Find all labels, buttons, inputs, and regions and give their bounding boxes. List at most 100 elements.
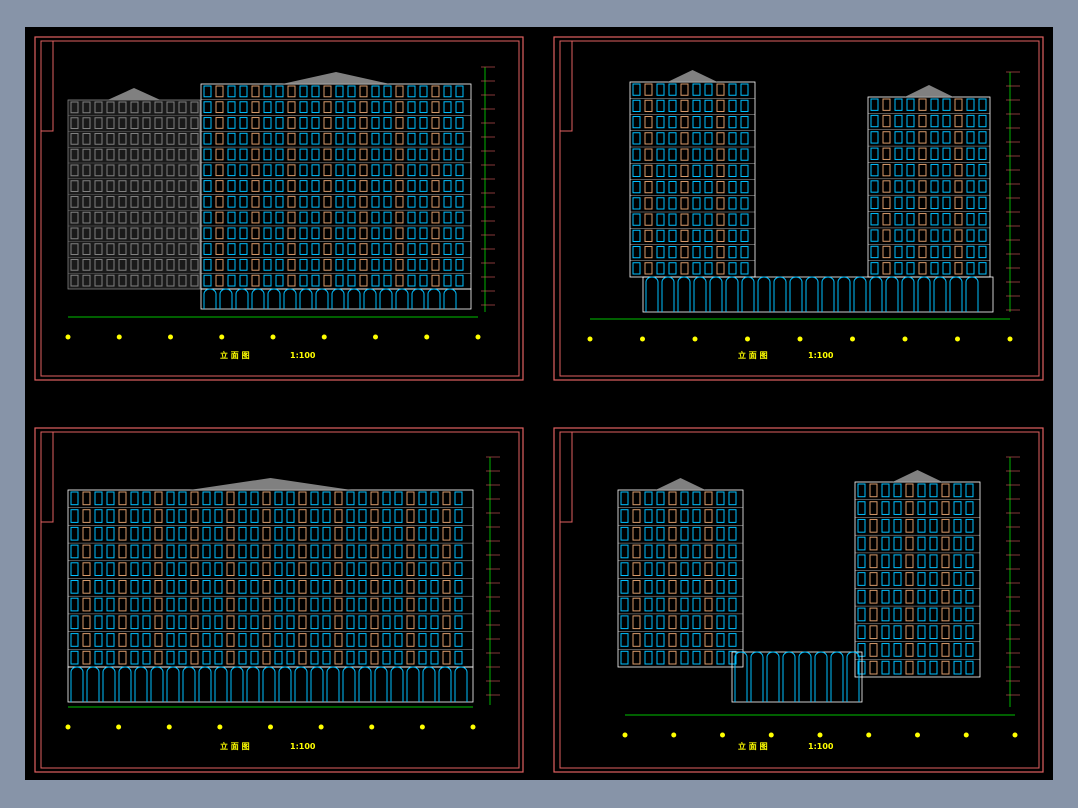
- axis-marker: [65, 334, 71, 340]
- arcade-arch: [406, 666, 420, 702]
- arcade-arch: [102, 666, 116, 702]
- arcade-arch: [411, 288, 425, 309]
- arcade-arch: [837, 276, 851, 312]
- axis-marker: [116, 724, 122, 730]
- arcade-arch: [917, 276, 931, 312]
- drawing-sheets: 立 面 图 1:100 立 面 图 1:100 立 面 图 1:100 立 面 …: [34, 36, 1044, 773]
- arcade-arch: [693, 276, 707, 312]
- axis-marker: [419, 724, 425, 730]
- axis-marker: [470, 724, 476, 730]
- axis-marker: [217, 724, 223, 730]
- arcade-arch: [782, 651, 796, 702]
- sheet-title: 立 面 图: [220, 741, 250, 751]
- roof: [189, 478, 352, 490]
- arcade-arch: [443, 288, 457, 309]
- arcade-arch: [86, 666, 100, 702]
- axis-marker: [745, 336, 750, 342]
- sheet-elevation-1: 立 面 图 1:100: [34, 36, 524, 381]
- axis-marker: [475, 334, 481, 340]
- axis-marker: [963, 732, 969, 738]
- axis-marker: [955, 336, 960, 342]
- arcade-arch: [677, 276, 691, 312]
- podium: [200, 288, 472, 310]
- title-block: [40, 431, 54, 523]
- sheet-scale: 1:100: [290, 742, 316, 751]
- arcade-arch: [379, 288, 393, 309]
- arcade-arch: [214, 666, 228, 702]
- arcade-arch: [315, 288, 329, 309]
- arcade-arch: [262, 666, 276, 702]
- arcade-arch: [246, 666, 260, 702]
- arcade-arch: [203, 288, 217, 309]
- axis-marker: [671, 732, 677, 738]
- arcade-arch: [219, 288, 233, 309]
- arcade-arch: [326, 666, 340, 702]
- arcade-arch: [230, 666, 244, 702]
- axis-marker: [1007, 336, 1013, 342]
- roof: [107, 88, 161, 100]
- arcade-arch: [294, 666, 308, 702]
- arcade-arch: [358, 666, 372, 702]
- axis-marker: [116, 334, 122, 340]
- axis-marker: [622, 732, 628, 738]
- axis-marker: [1012, 732, 1018, 738]
- axis-marker: [640, 336, 645, 342]
- arcade-arch: [805, 276, 819, 312]
- podium: [67, 666, 474, 703]
- arcade-arch: [741, 276, 755, 312]
- axis-marker: [219, 334, 225, 340]
- arcade-arch: [645, 276, 659, 312]
- arcade-arch: [278, 666, 292, 702]
- sheet-elevation-3: 立 面 图 1:100: [34, 427, 524, 773]
- arcade-arch: [901, 276, 915, 312]
- arcade-arch: [395, 288, 409, 309]
- arcade-arch: [933, 276, 947, 312]
- arcade-arch: [390, 666, 404, 702]
- axis-marker: [817, 732, 823, 738]
- arcade-arch: [251, 288, 265, 309]
- arcade-arch: [454, 666, 468, 702]
- axis-marker: [168, 334, 173, 340]
- arcade-arch: [347, 288, 361, 309]
- sheet-elevation-2: 立 面 图 1:100: [553, 36, 1044, 381]
- arcade-arch: [310, 666, 324, 702]
- arcade-arch: [331, 288, 345, 309]
- title-block: [559, 40, 573, 132]
- cad-drawing-canvas[interactable]: 立 面 图 1:100 立 面 图 1:100 立 面 图 1:100 立 面 …: [25, 27, 1053, 780]
- axis-marker: [321, 334, 327, 340]
- arcade-arch: [798, 651, 812, 702]
- sheet-title: 立 面 图: [738, 350, 768, 360]
- sheet-scale: 1:100: [290, 351, 316, 360]
- arcade-arch: [661, 276, 675, 312]
- axis-marker: [768, 732, 774, 738]
- arcade-arch: [267, 288, 281, 309]
- axis-marker: [915, 732, 920, 738]
- sheet-title: 立 面 图: [738, 741, 768, 751]
- axis-marker: [270, 334, 276, 340]
- axis-marker: [797, 336, 803, 342]
- arcade-arch: [789, 276, 803, 312]
- roof: [667, 70, 718, 82]
- title-block: [559, 431, 573, 523]
- axis-marker: [850, 336, 855, 342]
- building-facade: [867, 96, 991, 278]
- sheet-scale: 1:100: [808, 742, 834, 751]
- sheet-scale: 1:100: [808, 351, 834, 360]
- arcade-arch: [166, 666, 180, 702]
- arcade-arch: [821, 276, 835, 312]
- roof: [282, 72, 390, 84]
- arcade-arch: [830, 651, 844, 702]
- axis-marker: [424, 334, 430, 340]
- arcade-arch: [363, 288, 377, 309]
- arcade-arch: [709, 276, 723, 312]
- axis-marker: [373, 334, 378, 340]
- arcade-arch: [750, 651, 764, 702]
- arcade-arch: [70, 666, 84, 702]
- arcade-arch: [235, 288, 249, 309]
- axis-marker: [369, 724, 375, 730]
- arcade-arch: [374, 666, 388, 702]
- arcade-arch: [198, 666, 212, 702]
- axis-marker: [166, 724, 172, 730]
- arcade-arch: [134, 666, 148, 702]
- sheet-title: 立 面 图: [220, 350, 250, 360]
